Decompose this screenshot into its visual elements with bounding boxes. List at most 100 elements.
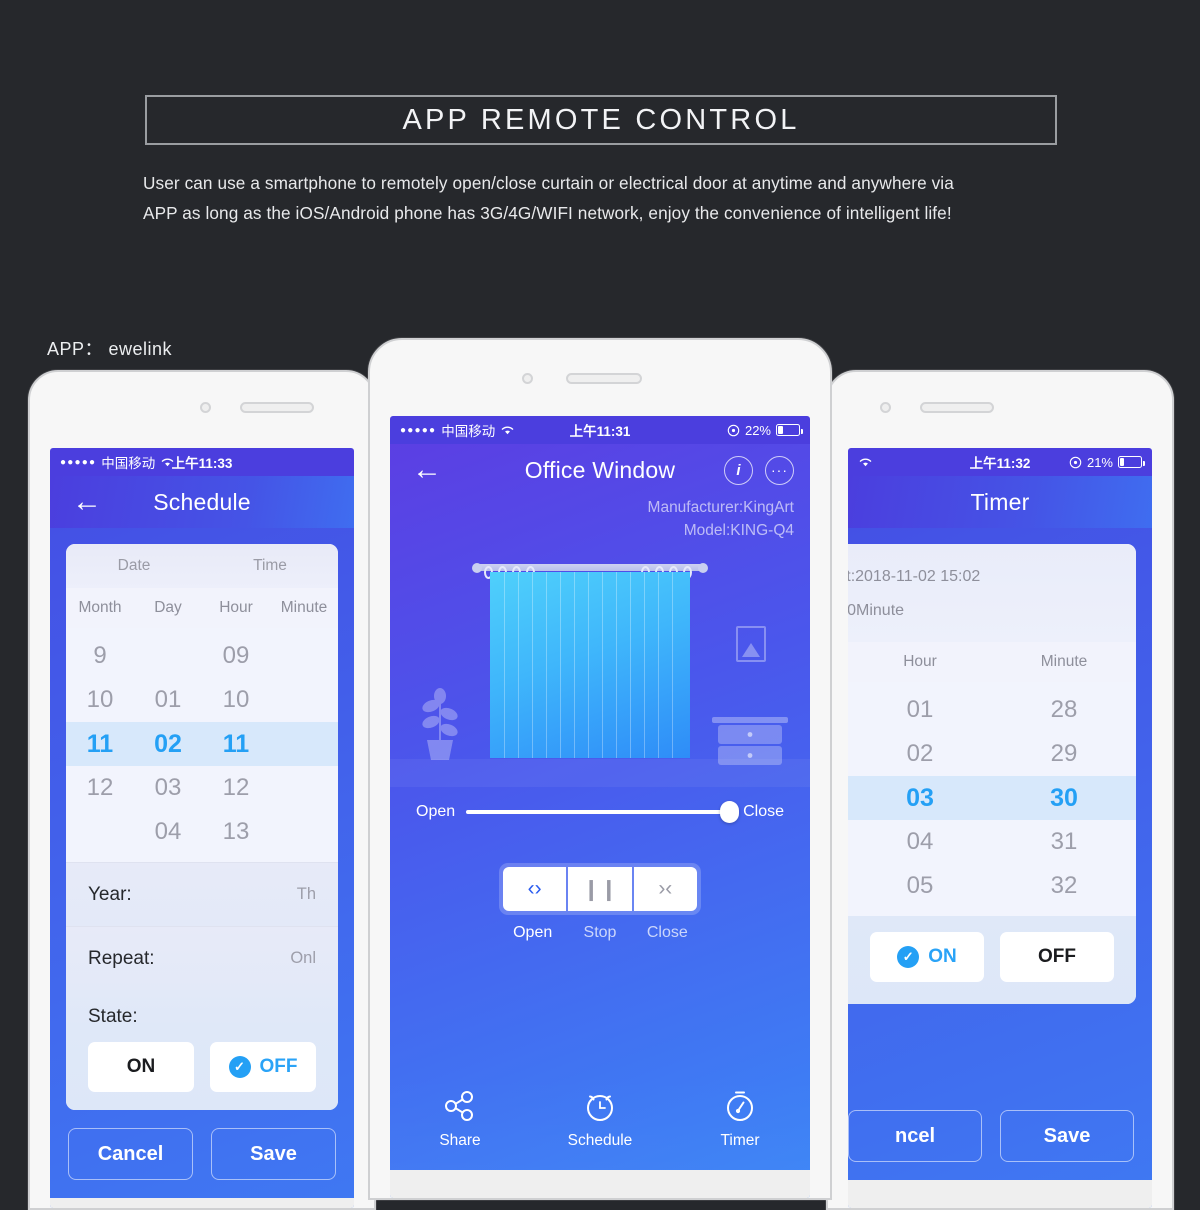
stopwatch-icon (727, 1091, 753, 1121)
picker-cell-selected[interactable]: 30 (992, 776, 1136, 820)
timer-turn-on-at: n at:2018-11-02 15:02 (848, 568, 981, 585)
front-camera-icon (880, 402, 891, 413)
slider-knob[interactable] (720, 801, 740, 823)
right-phone-screen: 上午11:32 21% Timer n at:2018-11-02 15:02 (848, 448, 1152, 1208)
picker-column-minute[interactable] (270, 634, 338, 854)
picker-cell-selected[interactable]: 11 (202, 722, 270, 766)
info-icon[interactable]: i (724, 455, 753, 485)
picker-cell[interactable]: 13 (202, 810, 270, 854)
battery-percent: 21% (1086, 454, 1113, 470)
share-icon (445, 1090, 473, 1121)
picker-cell[interactable]: 32 (992, 864, 1136, 908)
state-on-button[interactable]: ON (88, 1042, 194, 1092)
picker-cell[interactable]: 10 (202, 678, 270, 722)
left-nav-bar: ← Schedule (50, 476, 354, 528)
curtain-control-segments: ‹› ❙❙ ›‹ (499, 863, 701, 915)
alarm-clock-icon (587, 1094, 613, 1121)
picker-cell-selected[interactable]: 02 (134, 722, 202, 766)
right-footer-buttons: ncel Save (848, 1092, 1152, 1180)
timer-picker[interactable]: 01 02 03 04 05 28 29 30 31 32 (848, 682, 1136, 916)
picker-column-headers: Month Day Hour Minute (66, 588, 338, 628)
slider-open-label: Open (416, 803, 456, 820)
right-page-title: Timer (970, 488, 1030, 515)
tab-timer[interactable]: Timer (670, 1087, 810, 1150)
date-time-picker[interactable]: 9 10 11 12 01 02 03 04 09 10 11 12 13 (66, 628, 338, 862)
center-status-bar: ●●●●● 中国移动 上午11:31 22% (390, 416, 810, 444)
slider-track[interactable] (466, 801, 740, 823)
save-button[interactable]: Save (211, 1128, 336, 1180)
schedule-card: Date Time Month Day Hour Minute 9 10 11 … (66, 544, 338, 1110)
timer-on-label: ON (928, 946, 957, 967)
timer-off-button[interactable]: OFF (1000, 932, 1114, 982)
picker-cell[interactable]: 02 (848, 732, 992, 776)
tab-share[interactable]: Share (390, 1087, 530, 1150)
year-label: Year: (88, 883, 132, 905)
front-camera-icon (200, 402, 211, 413)
cancel-button[interactable]: ncel (848, 1110, 982, 1162)
state-toggle-group: ON ✓ OFF (66, 1028, 338, 1110)
picker-cell[interactable]: 28 (992, 688, 1136, 732)
rotation-lock-icon (727, 424, 740, 436)
state-off-button[interactable]: ✓ OFF (210, 1042, 316, 1092)
timer-on-button[interactable]: ✓ ON (870, 932, 984, 982)
bottom-tab-bar: Share Schedule Timer (390, 1066, 810, 1170)
picker-column-hour[interactable]: 01 02 03 04 05 (848, 688, 992, 908)
right-status-bar: 上午11:32 21% (848, 448, 1152, 476)
picker-cell[interactable]: 10 (66, 678, 134, 722)
picker-cell[interactable]: 01 (848, 688, 992, 732)
picker-column-month[interactable]: 9 10 11 12 (66, 634, 134, 854)
picker-cell[interactable]: 05 (848, 864, 992, 908)
timer-state-toggle-group: ✓ ON OFF (848, 916, 1136, 1004)
picker-cell[interactable]: 04 (134, 810, 202, 854)
year-row[interactable]: Year: Th (66, 862, 338, 926)
picker-cell[interactable]: 01 (134, 678, 202, 722)
back-arrow-icon[interactable]: ← (72, 487, 102, 517)
stop-button[interactable]: ❙❙ (568, 867, 632, 911)
save-button[interactable]: Save (1000, 1110, 1134, 1162)
manufacturer-label: Manufacturer:KingArt (647, 499, 794, 516)
curtain-position-slider[interactable]: Open Close (390, 801, 810, 823)
picker-column-day[interactable]: 01 02 03 04 (134, 634, 202, 854)
repeat-row[interactable]: Repeat: Onl (66, 926, 338, 990)
more-options-icon[interactable]: ··· (765, 455, 794, 485)
picker-cell[interactable]: 31 (992, 820, 1136, 864)
check-icon: ✓ (897, 946, 920, 968)
picker-column-minute[interactable]: 28 29 30 31 32 (992, 688, 1136, 908)
card-header-row: Date Time (66, 544, 338, 588)
pause-icon: ❙❙ (582, 877, 618, 901)
back-arrow-icon[interactable]: ← (412, 455, 442, 485)
closed-curtain-illustration (390, 542, 810, 787)
more-glyph: ··· (771, 462, 788, 478)
picker-cell[interactable]: 29 (992, 732, 1136, 776)
front-camera-icon (522, 373, 533, 384)
picker-cell[interactable]: 09 (202, 634, 270, 678)
page-description: User can use a smartphone to remotely op… (143, 168, 1068, 228)
cancel-button[interactable]: Cancel (68, 1128, 193, 1180)
header-time: Time (253, 557, 287, 574)
picker-cell[interactable] (134, 634, 202, 678)
open-icon: ‹› (527, 877, 542, 900)
earpiece-speaker (920, 402, 994, 413)
picker-cell-selected[interactable]: 11 (66, 722, 134, 766)
state-off-label: OFF (259, 1056, 298, 1077)
tab-timer-label: Timer (720, 1131, 760, 1149)
picker-cell[interactable] (66, 810, 134, 854)
close-icon: ›‹ (658, 877, 673, 900)
nightstand-icon (712, 717, 788, 769)
tab-schedule[interactable]: Schedule (530, 1087, 670, 1150)
stop-label: Stop (583, 924, 617, 941)
col-hour: Hour (903, 653, 937, 670)
center-phone-screen: ●●●●● 中国移动 上午11:31 22% ← Office Window i… (390, 416, 810, 1198)
picker-column-hour[interactable]: 09 10 11 12 13 (202, 634, 270, 854)
wifi-icon (501, 426, 514, 435)
picker-cell[interactable]: 12 (202, 766, 270, 810)
close-button[interactable]: ›‹ (633, 867, 697, 911)
battery-icon (776, 424, 803, 436)
open-button[interactable]: ‹› (503, 867, 567, 911)
picker-cell[interactable]: 9 (66, 634, 134, 678)
picker-cell[interactable]: 12 (66, 766, 134, 810)
picker-cell[interactable]: 04 (848, 820, 992, 864)
picker-cell[interactable]: 03 (134, 766, 202, 810)
picker-cell-selected[interactable]: 03 (848, 776, 992, 820)
timer-column-headers: Hour Minute (848, 642, 1136, 682)
